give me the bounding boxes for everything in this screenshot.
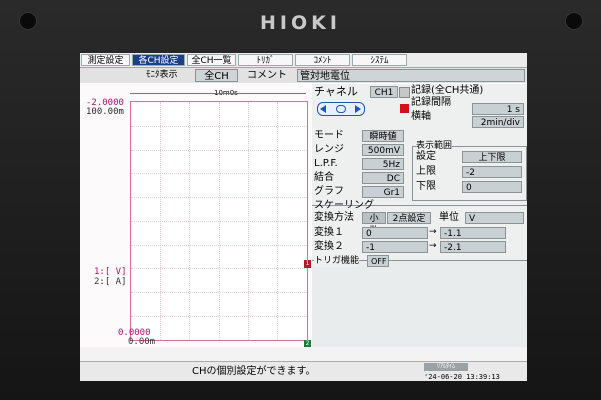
record-label: 記録(全CH共通) [411, 85, 484, 96]
lcd-screen: 測定設定 各CH設定 全CH一覧 ﾄﾘｶﾞ ｺﾒﾝﾄ ｼｽﾃﾑ ﾓﾆﾀ表示 全C… [80, 53, 527, 381]
channel-selector-icon [336, 105, 346, 113]
tab-ch-settings[interactable]: 各CH設定 [132, 54, 185, 66]
coupling-select[interactable]: DC [362, 172, 404, 184]
tab-system[interactable]: ｼｽﾃﾑ [352, 54, 407, 66]
monitor-label: ﾓﾆﾀ表示 [146, 70, 178, 80]
lpf-label: L.P.F. [314, 158, 338, 169]
unit-input[interactable]: V [465, 212, 524, 224]
mode-label: モード [314, 130, 344, 141]
set-select[interactable]: 上下限 [462, 151, 522, 163]
ch1-marker: 1 [304, 260, 311, 268]
settings-panel: チャネル CH1 記録(全CH共通) 記録間隔 1 s 横軸 2min/div … [312, 84, 527, 348]
conv1-to-input[interactable]: -1.1 [440, 227, 506, 239]
status-message: CHの個別設定ができます。 [192, 366, 316, 377]
record-indicator-icon [400, 104, 409, 113]
axis-label: 横軸 [411, 111, 431, 122]
comment-label: コメント [247, 70, 287, 81]
method-2pt-option[interactable]: 2点設定 [387, 212, 431, 224]
mode-select[interactable]: 瞬時値 [362, 130, 404, 142]
conv2-arrow-icon: → [429, 241, 437, 251]
grid-h [131, 268, 307, 269]
graph-select[interactable]: Gr1 [362, 186, 404, 198]
ch2-unit-label: 2:[ A] [94, 277, 127, 287]
coupling-label: 結合 [314, 172, 334, 183]
screw-right [565, 12, 583, 30]
channel-nav-control[interactable] [317, 102, 365, 116]
interval-select[interactable]: 1 s [472, 103, 524, 115]
lower-input[interactable]: 0 [462, 181, 522, 193]
scaling-title: スケーリング [314, 200, 374, 211]
grid-h [131, 173, 307, 174]
plot-area [130, 101, 308, 341]
channel-select[interactable]: CH1 [370, 86, 398, 98]
conv1-arrow-icon: → [429, 227, 437, 237]
scale-top-value2: 100.00m [86, 107, 124, 117]
graph-label: グラフ [314, 186, 344, 197]
method-label: 変換方法 [314, 212, 354, 223]
grid-h [131, 197, 307, 198]
waveform-graph: 10m0s -2.0000 100.00m 1:[ V] 2:[ A] 1 2 … [80, 84, 312, 348]
tab-all-ch-list[interactable]: 全CH一覧 [187, 54, 236, 66]
trigger-group [312, 260, 527, 348]
screw-left [19, 12, 37, 30]
range-label: レンジ [314, 144, 344, 155]
grid-h [131, 316, 307, 317]
method-decimal-option[interactable]: 小数 [362, 212, 386, 236]
range-select[interactable]: 500mV [362, 144, 404, 156]
unit-label: 単位 [439, 212, 459, 223]
datetime-display: '24-06-20 13:39:13 [424, 373, 500, 381]
conv2-from-input[interactable]: -1 [362, 241, 428, 253]
tab-trigger[interactable]: ﾄﾘｶﾞ [238, 54, 293, 66]
axis-select[interactable]: 2min/div [472, 116, 524, 128]
conv2-label: 変換２ [314, 241, 344, 252]
toolbar: ﾓﾆﾀ表示 全CH コメント 管対地電位 [80, 68, 527, 83]
grid-h [131, 292, 307, 293]
realtime-badge: ﾘｱﾙﾀｲﾑ [424, 363, 468, 371]
conv1-from-input[interactable]: 0 [362, 227, 428, 239]
interval-label: 記録間隔 [411, 97, 451, 108]
set-label: 設定 [416, 151, 436, 162]
grid-h [131, 221, 307, 222]
record-checkbox[interactable] [399, 87, 410, 98]
comment-field[interactable]: 管対地電位 [297, 69, 525, 82]
conv2-to-input[interactable]: -2.1 [440, 241, 506, 253]
channel-label: チャネル [314, 85, 358, 98]
trigger-select[interactable]: OFF [367, 255, 389, 267]
time-ruler [130, 93, 306, 94]
conv1-label: 変換１ [314, 227, 344, 238]
tab-bar: 測定設定 各CH設定 全CH一覧 ﾄﾘｶﾞ ｺﾒﾝﾄ ｼｽﾃﾑ [80, 53, 527, 68]
lower-label: 下限 [416, 181, 436, 192]
trigger-label: トリガ機能 [314, 255, 360, 267]
grid-h [131, 150, 307, 151]
grid-h [131, 245, 307, 246]
next-channel-icon[interactable] [355, 105, 361, 113]
brand-logo: HIOKI [260, 12, 341, 34]
upper-label: 上限 [416, 166, 436, 177]
monitor-select[interactable]: 全CH [195, 69, 238, 82]
prev-channel-icon[interactable] [320, 105, 326, 113]
lpf-select[interactable]: 5Hz [362, 158, 404, 170]
grid-h [131, 126, 307, 127]
lower-strip [80, 347, 527, 361]
upper-input[interactable]: -2 [462, 166, 522, 178]
tab-measure-settings[interactable]: 測定設定 [81, 54, 130, 66]
status-bar: CHの個別設定ができます。 ﾘｱﾙﾀｲﾑ '24-06-20 13:39:13 [80, 361, 527, 381]
tab-comment[interactable]: ｺﾒﾝﾄ [295, 54, 350, 66]
